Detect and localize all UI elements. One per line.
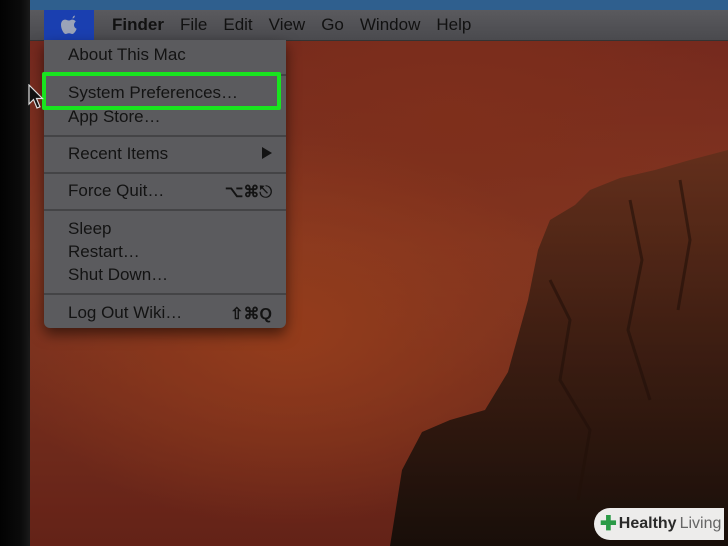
- menu-separator: [44, 135, 286, 137]
- apple-menu-button[interactable]: [44, 10, 94, 40]
- watermark-brand-healthy: Healthy: [618, 515, 677, 532]
- menu-item-recent-items[interactable]: Recent Items: [68, 144, 168, 164]
- menu-bar: Finder File Edit View Go Window Help: [30, 10, 728, 41]
- menu-item-system-preferences[interactable]: System Preferences…: [68, 83, 238, 103]
- menu-help[interactable]: Help: [436, 10, 471, 40]
- screen-bezel: [0, 0, 30, 546]
- plus-icon: ✚: [600, 513, 617, 535]
- log-out-shortcut: ⇧⌘Q: [230, 306, 272, 323]
- menu-item-shut-down[interactable]: Shut Down…: [68, 265, 168, 285]
- window-top-strip: [30, 0, 728, 10]
- menu-finder[interactable]: Finder: [112, 10, 164, 40]
- apple-logo-icon: [61, 15, 77, 34]
- menu-item-restart[interactable]: Restart…: [68, 242, 140, 262]
- menu-item-about-this-mac[interactable]: About This Mac: [68, 45, 186, 65]
- menu-separator: [44, 293, 286, 295]
- menu-view[interactable]: View: [269, 10, 306, 40]
- force-quit-shortcut: ⌥⌘⎋: [224, 184, 272, 201]
- menu-item-log-out[interactable]: Log Out Wiki…: [68, 303, 182, 323]
- menu-edit[interactable]: Edit: [223, 10, 252, 40]
- menu-item-sleep[interactable]: Sleep: [68, 219, 111, 239]
- menu-go[interactable]: Go: [321, 10, 344, 40]
- submenu-arrow-icon: [262, 147, 272, 159]
- menu-item-force-quit[interactable]: Force Quit…: [68, 181, 164, 201]
- menu-separator: [44, 209, 286, 211]
- menu-separator: [44, 172, 286, 174]
- watermark-brand-living: Living: [679, 515, 722, 532]
- watermark-logo: ✚ Healthy Living: [594, 508, 724, 540]
- menu-window[interactable]: Window: [360, 10, 420, 40]
- menu-item-app-store[interactable]: App Store…: [68, 107, 161, 127]
- system-preferences-highlight[interactable]: System Preferences…: [42, 72, 281, 110]
- menu-file[interactable]: File: [180, 10, 207, 40]
- mouse-pointer-icon: [28, 84, 44, 109]
